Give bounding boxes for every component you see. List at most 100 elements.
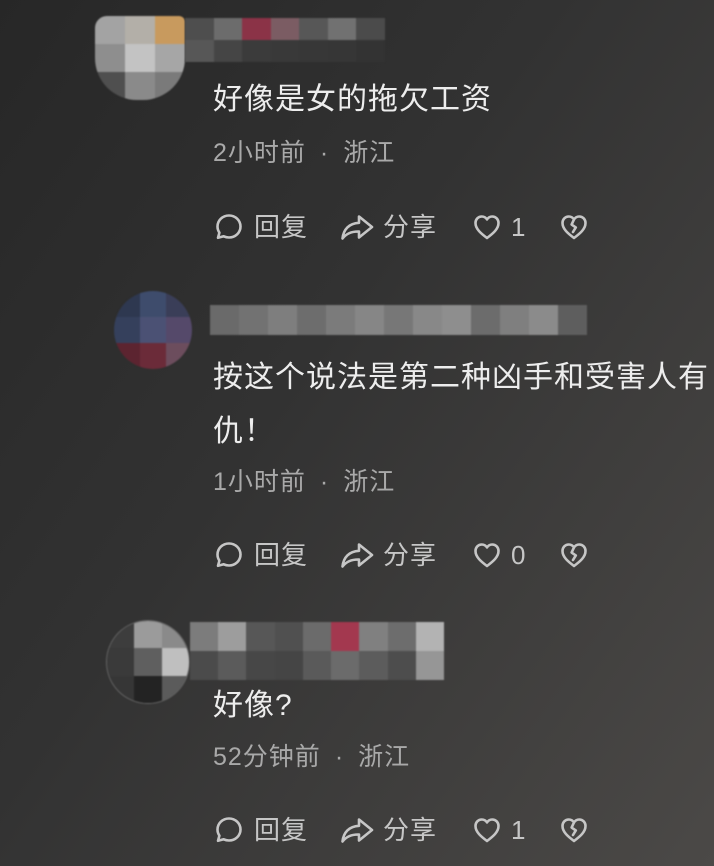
share-button[interactable]: 分享 [339,210,437,244]
mosaic-pixel [359,622,388,651]
mosaic-pixel [125,16,155,44]
heart-icon [472,815,502,845]
heart-svg [474,543,500,568]
mosaic-pixel [246,622,275,651]
dislike-button[interactable] [559,813,589,847]
meta-separator: · [319,139,330,167]
mosaic-pixel [274,651,303,680]
user-avatar[interactable] [95,16,185,100]
share-button[interactable]: 分享 [339,538,437,572]
mosaic-pixel [387,622,416,651]
mosaic-pixel [413,305,442,335]
comment-location: 浙江 [358,743,411,771]
mosaic-pixel [166,291,192,317]
comment-bubble-icon [214,815,244,845]
comment-bubble-icon [214,212,244,242]
reply-label: 回复 [254,815,309,845]
heart-crack [570,218,578,234]
mosaic-pixel [140,343,166,369]
comment-item: 好像? 52分钟前 · 浙江 回复 分享 1 [0,610,714,866]
mosaic-pixel [210,305,239,335]
comment-meta: 52分钟前 · 浙江 [213,742,410,772]
mosaic-pixel [270,18,300,40]
mosaic-pixel [134,621,162,649]
mosaic-pixel [270,40,300,62]
heart-outline [474,818,500,843]
comment-bubble-icon [214,540,244,570]
share-arrow-svg [341,215,374,240]
share-arrow-svg [341,818,374,843]
comment-item: 好像是女的拖欠工资 2小时前 · 浙江 回复 分享 1 [0,0,714,260]
mosaic-pixel [384,305,413,335]
mosaic-pixel [327,40,357,62]
username-mosaic[interactable] [190,622,444,680]
bubble-outline [216,214,242,240]
comment-actions: 回复 分享 1 [0,813,714,847]
mosaic-pixel [155,16,185,44]
reply-button[interactable]: 回复 [214,210,308,244]
mosaic-pixel [327,18,357,40]
username-mosaic[interactable] [185,18,386,62]
like-button[interactable]: 1 [472,210,526,244]
arrow-outline [341,215,374,240]
mosaic-pixel [190,651,219,680]
mosaic-row [190,651,444,680]
mosaic-pixel [299,40,328,62]
like-count: 1 [511,212,527,242]
username-mosaic[interactable] [210,305,587,335]
arrow-outline [341,543,374,568]
user-avatar[interactable] [114,291,192,369]
comment-text: 好像? [213,689,293,722]
mosaic-row [95,16,185,44]
mosaic-pixel [356,18,386,40]
mosaic-pixel [134,648,162,676]
comment-bubble-svg [216,817,242,843]
mosaic-pixel [114,317,140,343]
reply-label: 回复 [254,540,309,570]
mosaic-pixel [107,648,135,676]
like-button[interactable]: 1 [472,813,526,847]
share-label: 分享 [383,212,438,242]
mosaic-pixel [161,621,189,649]
dislike-button[interactable] [559,538,589,572]
mosaic-row [114,343,192,369]
comment-location: 浙江 [343,139,396,167]
mosaic-pixel [356,40,386,62]
heart-crack [570,821,578,837]
mosaic-row [114,317,192,343]
reply-button[interactable]: 回复 [214,538,308,572]
mosaic-row [107,648,189,676]
bubble-outline [216,542,242,568]
like-button[interactable]: 0 [472,538,526,572]
like-count: 1 [511,815,527,845]
mosaic-pixel [302,622,332,651]
share-arrow-icon [339,212,375,242]
mosaic-pixel [95,16,125,44]
like-count: 0 [511,540,527,570]
comment-location: 浙江 [343,468,396,496]
mosaic-pixel [185,18,214,40]
dislike-button[interactable] [559,210,589,244]
mosaic-pixel [95,72,125,100]
mosaic-pixel [213,40,243,62]
mosaic-pixel [107,621,135,649]
share-button[interactable]: 分享 [339,813,437,847]
comment-actions: 回复 分享 1 [0,210,714,244]
mosaic-pixel [107,675,135,703]
reply-button[interactable]: 回复 [214,813,308,847]
user-avatar[interactable] [106,620,190,704]
mosaic-pixel [246,651,275,680]
mosaic-row [95,44,185,72]
comment-actions: 回复 分享 0 [0,538,714,572]
reply-label: 回复 [254,212,309,242]
mosaic-row [185,18,386,40]
comment-meta: 2小时前 · 浙江 [213,138,395,168]
mosaic-pixel [471,305,500,335]
bubble-outline [216,817,242,843]
mosaic-pixel [274,622,303,651]
heart-outline [474,543,500,568]
comment-time: 52分钟前 [213,743,321,771]
mosaic-pixel [190,622,219,651]
mosaic-pixel [242,40,271,62]
comment-list: 好像是女的拖欠工资 2小时前 · 浙江 回复 分享 1 按这个说法是第二种凶手和… [0,0,714,866]
